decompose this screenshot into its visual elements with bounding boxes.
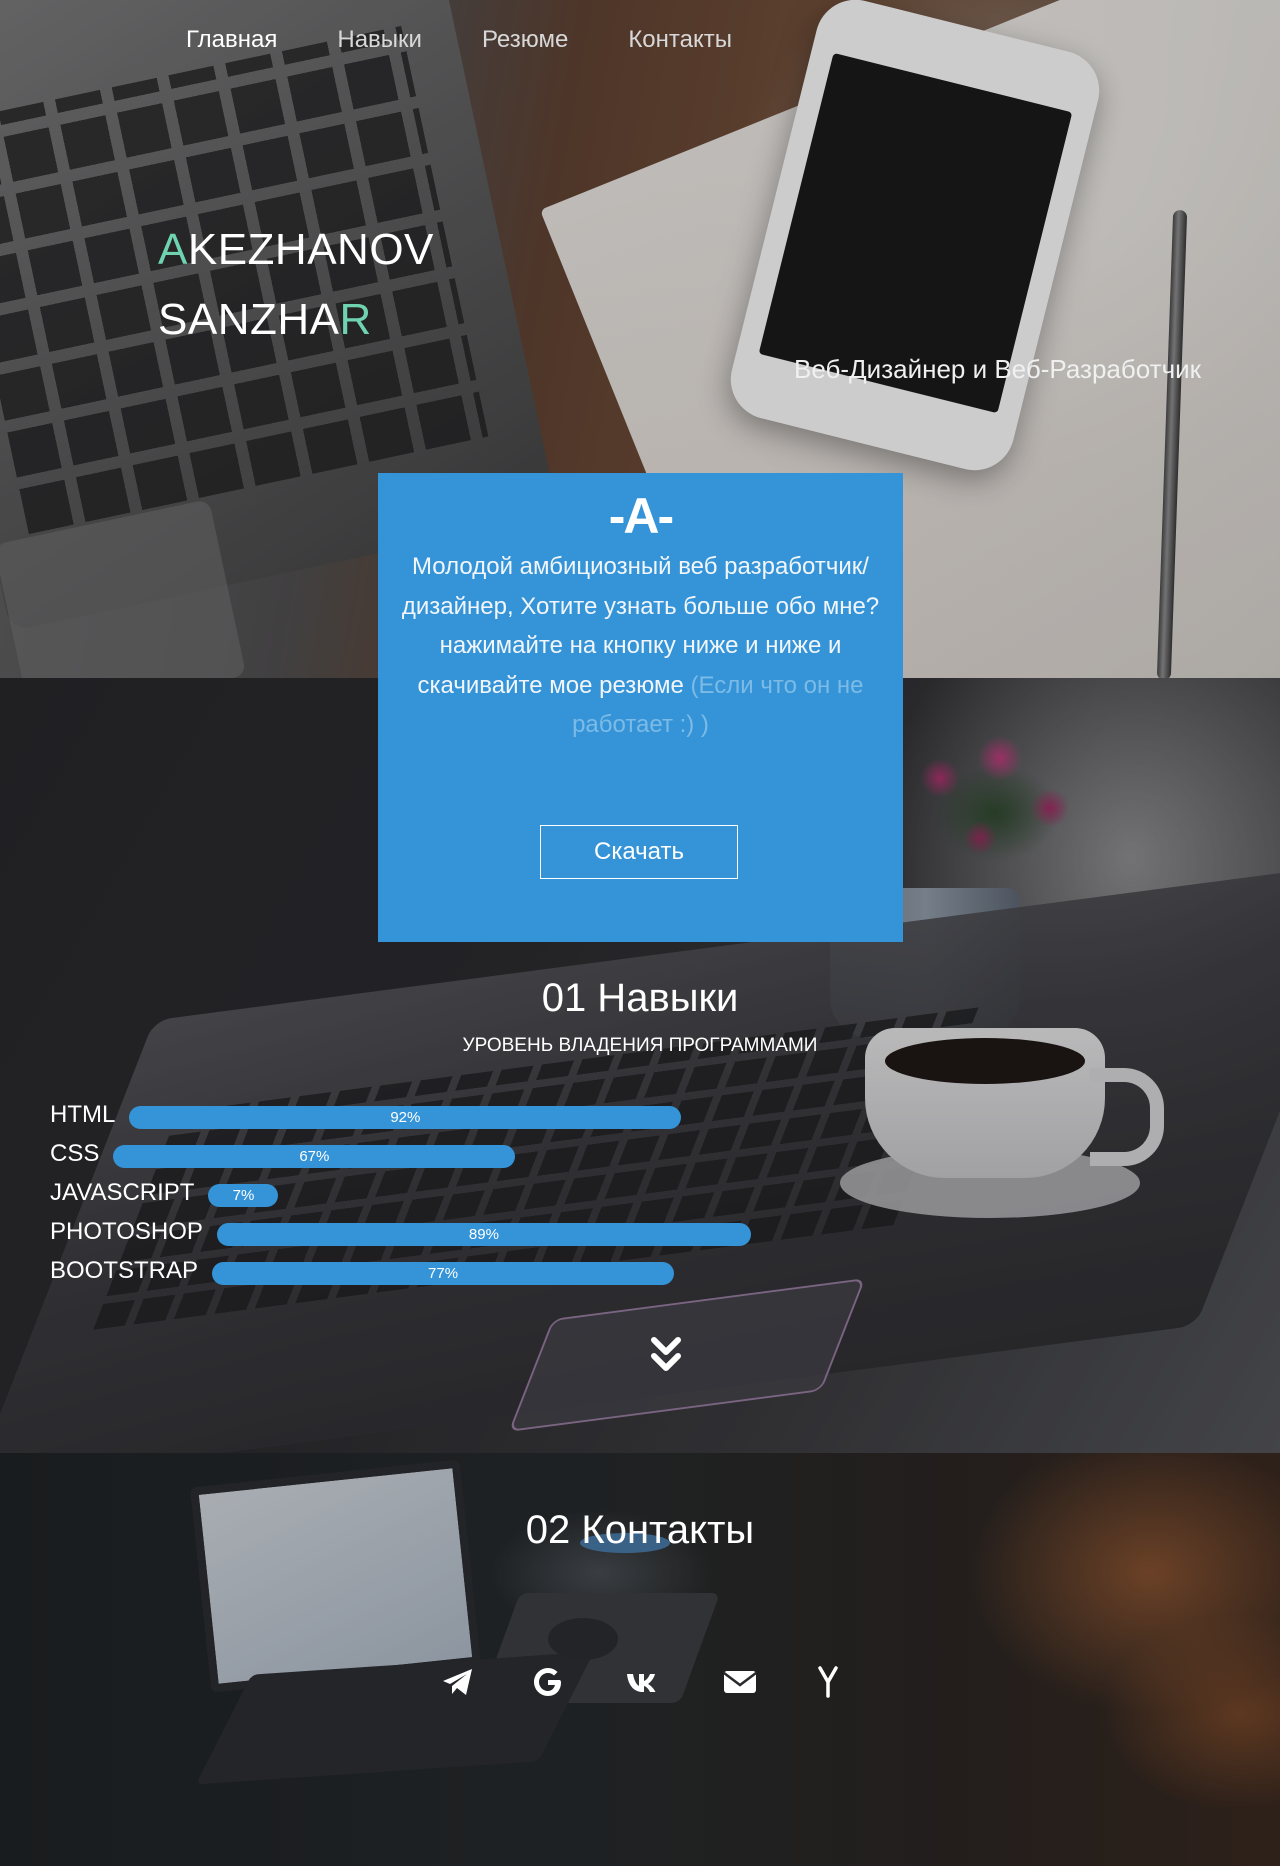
- skill-name: BOOTSTRAP: [50, 1256, 199, 1284]
- brand-accent-letter: A: [158, 225, 188, 274]
- telegram-icon[interactable]: [440, 1664, 476, 1700]
- skill-progress-bar: 7%: [208, 1184, 279, 1207]
- double-chevron-down-icon[interactable]: [644, 1334, 688, 1378]
- skill-row: PHOTOSHOP 89%: [50, 1217, 751, 1246]
- nav-item-resume[interactable]: Резюме: [482, 26, 568, 54]
- nav-item-home[interactable]: Главная: [186, 26, 277, 54]
- vk-icon[interactable]: [624, 1664, 660, 1700]
- role-tagline: Веб-Дизайнер и Веб-Разработчик: [794, 354, 1202, 384]
- skill-progress-bar: 67%: [113, 1145, 516, 1168]
- brand-firstname: SANZHA: [158, 295, 340, 344]
- main-nav: Главная Навыки Резюме Контакты: [186, 26, 732, 54]
- contacts-title: 02 Контакты: [525, 1508, 755, 1552]
- about-card: -A- Молодой амбициозный веб разработчик/…: [378, 473, 903, 942]
- mail-icon[interactable]: [722, 1664, 758, 1700]
- brand-accent-letter-end: R: [339, 295, 372, 344]
- skill-name: JAVASCRIPT: [50, 1178, 195, 1206]
- skill-row: HTML 92%: [50, 1100, 682, 1129]
- brand-surname: KEZHANOV: [187, 225, 434, 274]
- skill-row: CSS 67%: [50, 1139, 516, 1168]
- skill-progress-bar: 92%: [129, 1106, 682, 1129]
- skill-name: HTML: [50, 1100, 116, 1128]
- skills-title: 01 Навыки: [541, 976, 739, 1020]
- nav-item-contacts[interactable]: Контакты: [628, 26, 732, 54]
- logo-icon: -A-: [608, 488, 674, 544]
- skill-row: BOOTSTRAP 77%: [50, 1256, 675, 1285]
- yandex-icon[interactable]: [810, 1664, 846, 1700]
- brand-name: AKEZHANOV SANZHAR: [158, 215, 434, 355]
- nav-item-skills[interactable]: Навыки: [337, 26, 422, 54]
- skill-name: CSS: [50, 1139, 100, 1167]
- skills-subtitle: УРОВЕНЬ ВЛАДЕНИЯ ПРОГРАММАМИ: [462, 1035, 818, 1056]
- google-icon[interactable]: [530, 1664, 566, 1700]
- skill-progress-bar: 89%: [216, 1223, 751, 1246]
- about-text: Молодой амбициозный веб разработчик/ диз…: [388, 547, 893, 745]
- skill-progress-bar: 77%: [212, 1262, 675, 1285]
- skill-row: JAVASCRIPT 7%: [50, 1178, 279, 1207]
- skill-name: PHOTOSHOP: [50, 1217, 203, 1245]
- download-resume-button[interactable]: Скачать: [540, 825, 738, 879]
